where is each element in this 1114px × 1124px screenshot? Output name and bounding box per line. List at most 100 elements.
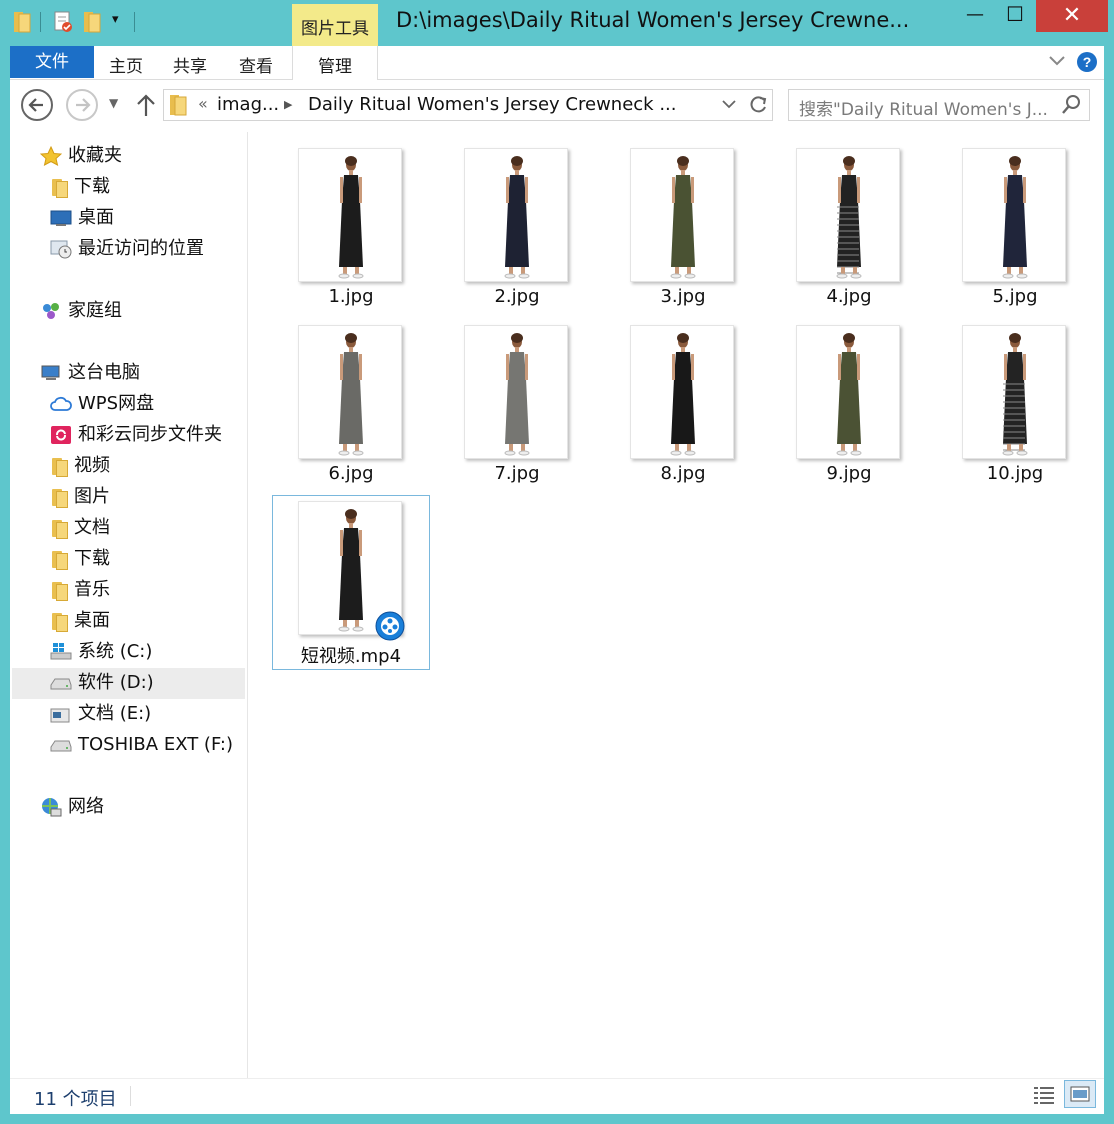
model-figure-icon bbox=[338, 156, 364, 279]
file-name: 9.jpg bbox=[826, 463, 872, 484]
navpane-label: WPS网盘 bbox=[78, 393, 155, 414]
file-name: 6.jpg bbox=[328, 463, 374, 484]
navpane-label: TOSHIBA EXT (F:) bbox=[78, 734, 233, 755]
folder-icon[interactable] bbox=[12, 10, 32, 34]
file-thumbnail bbox=[962, 325, 1066, 459]
file-name: 10.jpg bbox=[986, 463, 1044, 484]
external-drive-icon bbox=[50, 735, 72, 755]
file-thumbnail bbox=[796, 148, 900, 282]
breadcrumb-current-folder[interactable]: Daily Ritual Women's Jersey Crewneck ... bbox=[308, 94, 676, 115]
search-input[interactable]: 搜索"Daily Ritual Women's J... bbox=[788, 89, 1090, 121]
overflow-chevron[interactable]: « bbox=[198, 94, 208, 113]
navpane-label: 这台电脑 bbox=[68, 362, 140, 383]
navpane-item-desktop[interactable]: 桌面 bbox=[50, 203, 114, 233]
desktop-folder-icon bbox=[50, 612, 68, 632]
navpane-homegroup[interactable]: 家庭组 bbox=[40, 296, 122, 326]
system-drive-icon bbox=[50, 642, 72, 662]
navpane-item-videos[interactable]: 视频 bbox=[50, 451, 110, 481]
documents-folder-icon bbox=[50, 519, 68, 539]
image-file-item[interactable]: 9.jpg bbox=[772, 323, 926, 495]
navpane-label: 家庭组 bbox=[68, 300, 122, 321]
navpane-item-drive-c[interactable]: 系统 (C:) bbox=[50, 637, 152, 667]
navpane-this-pc[interactable]: 这台电脑 bbox=[40, 358, 140, 388]
file-name: 7.jpg bbox=[494, 463, 540, 484]
navpane-item-desktop-pc[interactable]: 桌面 bbox=[50, 606, 110, 636]
file-name: 8.jpg bbox=[660, 463, 706, 484]
image-file-item[interactable]: 2.jpg bbox=[440, 146, 594, 318]
back-button[interactable] bbox=[21, 89, 53, 121]
help-icon[interactable]: ? bbox=[1076, 51, 1098, 77]
breadcrumb-separator-icon[interactable]: ▶ bbox=[284, 98, 292, 111]
large-icons-view-icon[interactable] bbox=[1064, 1080, 1096, 1108]
drive-icon bbox=[50, 673, 72, 693]
close-button[interactable]: ✕ bbox=[1036, 0, 1108, 32]
cloud-icon bbox=[50, 394, 72, 414]
sync-app-icon bbox=[50, 425, 72, 445]
maximize-button[interactable]: ☐ bbox=[1000, 2, 1030, 34]
file-name: 5.jpg bbox=[992, 286, 1038, 307]
file-thumbnail bbox=[464, 148, 568, 282]
videos-folder-icon bbox=[50, 457, 68, 477]
navpane-label: 最近访问的位置 bbox=[78, 238, 204, 259]
file-thumbnail bbox=[630, 325, 734, 459]
tab-view[interactable]: 查看 bbox=[239, 52, 273, 77]
navpane-label: 文档 (E:) bbox=[78, 703, 152, 724]
navpane-item-downloads[interactable]: 下载 bbox=[50, 172, 110, 202]
tab-manage[interactable]: 管理 bbox=[292, 46, 378, 80]
image-file-item[interactable]: 3.jpg bbox=[606, 146, 760, 318]
navpane-item-recent-places[interactable]: 最近访问的位置 bbox=[50, 234, 204, 264]
navpane-label: 视频 bbox=[74, 455, 110, 476]
homegroup-icon bbox=[40, 301, 62, 321]
navpane-label: 软件 (D:) bbox=[78, 672, 154, 693]
properties-icon[interactable] bbox=[52, 10, 74, 34]
image-file-item[interactable]: 7.jpg bbox=[440, 323, 594, 495]
navpane-item-pictures[interactable]: 图片 bbox=[50, 482, 110, 512]
navpane-label: 下载 bbox=[74, 176, 110, 197]
up-arrow-icon[interactable] bbox=[134, 92, 158, 122]
minimize-button[interactable]: — bbox=[960, 4, 990, 36]
image-file-item[interactable]: 10.jpg bbox=[938, 323, 1092, 495]
recent-locations-icon[interactable]: ▼ bbox=[109, 96, 118, 110]
navpane-item-drive-f[interactable]: TOSHIBA EXT (F:) bbox=[50, 730, 233, 760]
status-bar bbox=[10, 1078, 1104, 1114]
navpane-item-drive-d[interactable]: 软件 (D:) bbox=[50, 668, 154, 698]
file-thumbnail bbox=[298, 148, 402, 282]
image-file-item[interactable]: 8.jpg bbox=[606, 323, 760, 495]
tab-home[interactable]: 主页 bbox=[109, 52, 143, 77]
tab-file[interactable]: 文件 bbox=[10, 46, 94, 78]
navpane-network[interactable]: 网络 bbox=[40, 792, 104, 822]
file-name: 3.jpg bbox=[660, 286, 706, 307]
tab-share[interactable]: 共享 bbox=[173, 52, 207, 77]
computer-icon bbox=[40, 363, 62, 383]
file-thumbnail bbox=[298, 325, 402, 459]
navpane-item-downloads-pc[interactable]: 下载 bbox=[50, 544, 110, 574]
picture-tools-context-tab[interactable]: 图片工具 bbox=[292, 4, 378, 46]
model-figure-icon bbox=[670, 333, 696, 456]
image-file-item[interactable]: 1.jpg bbox=[274, 146, 428, 318]
image-file-item[interactable]: 4.jpg bbox=[772, 146, 926, 318]
image-file-item[interactable]: 6.jpg bbox=[274, 323, 428, 495]
navpane-favorites[interactable]: 收藏夹 bbox=[39, 141, 122, 171]
navpane-label: 桌面 bbox=[74, 610, 110, 631]
forward-button[interactable] bbox=[66, 89, 98, 121]
search-icon[interactable] bbox=[1060, 94, 1082, 120]
separator bbox=[130, 1086, 131, 1106]
navpane-item-documents[interactable]: 文档 bbox=[50, 513, 110, 543]
breadcrumb-images[interactable]: imag... bbox=[217, 94, 279, 115]
navpane-item-caiyun-sync[interactable]: 和彩云同步文件夹 bbox=[50, 420, 222, 450]
navpane-item-music[interactable]: 音乐 bbox=[50, 575, 110, 605]
expand-ribbon-icon[interactable] bbox=[1047, 50, 1067, 74]
customize-qat-dropdown-icon[interactable]: ▾ bbox=[112, 12, 119, 27]
video-file-item[interactable]: 短视频.mp4 bbox=[274, 499, 428, 671]
address-dropdown-icon[interactable] bbox=[720, 95, 738, 117]
navpane-item-drive-e[interactable]: 文档 (E:) bbox=[50, 699, 151, 729]
refresh-icon[interactable] bbox=[747, 94, 769, 120]
details-view-icon[interactable] bbox=[1032, 1084, 1056, 1110]
file-name: 4.jpg bbox=[826, 286, 872, 307]
item-count: 11 个项目 bbox=[34, 1089, 117, 1110]
file-name: 短视频.mp4 bbox=[300, 646, 402, 667]
new-folder-icon[interactable] bbox=[82, 10, 104, 34]
navpane-label: 系统 (C:) bbox=[78, 641, 153, 662]
image-file-item[interactable]: 5.jpg bbox=[938, 146, 1092, 318]
navpane-item-wps-cloud[interactable]: WPS网盘 bbox=[50, 389, 154, 419]
